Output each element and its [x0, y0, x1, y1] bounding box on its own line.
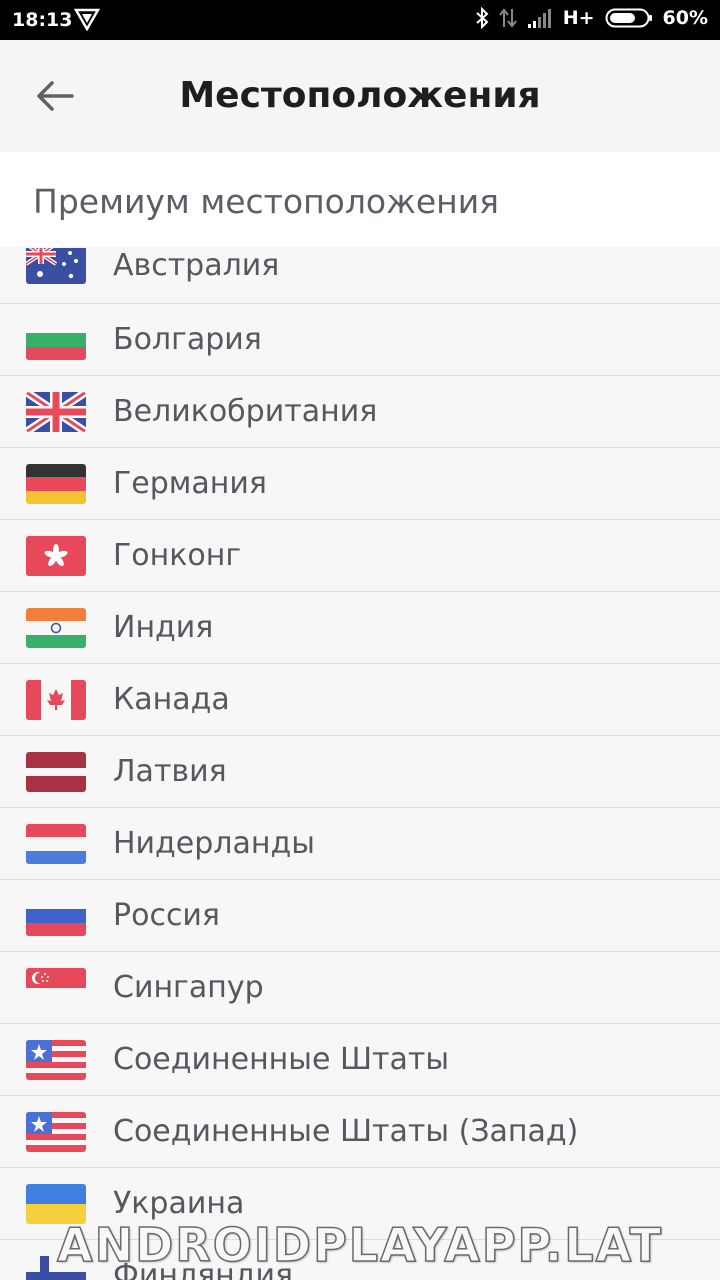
location-item-singapore[interactable]: Сингапур — [0, 952, 720, 1024]
locations-list: Австралия Болгария Великобритания Герман… — [0, 248, 720, 1280]
location-item-hong-kong[interactable]: Гонконг — [0, 520, 720, 592]
location-label: Нидерланды — [113, 826, 315, 861]
location-label: Сингапур — [113, 970, 264, 1005]
location-label: Соединенные Штаты — [113, 1042, 450, 1077]
watermark: ANDROIDPLAYAPP.LAT — [56, 1217, 663, 1273]
location-item-united-kingdom[interactable]: Великобритания — [0, 376, 720, 448]
app-bar: Местоположения — [0, 40, 720, 152]
location-item-india[interactable]: Индия — [0, 592, 720, 664]
location-label: Великобритания — [113, 394, 378, 429]
bulgaria-flag-icon — [26, 320, 86, 360]
germany-flag-icon — [26, 464, 86, 504]
location-label: Гонконг — [113, 538, 242, 573]
hong-kong-flag-icon — [26, 536, 86, 576]
latvia-flag-icon — [26, 752, 86, 792]
location-item-australia[interactable]: Австралия — [0, 248, 720, 304]
location-label: Германия — [113, 466, 267, 501]
network-type: H+ — [562, 7, 595, 29]
netherlands-flag-icon — [26, 824, 86, 864]
status-bar: 18:13 H+ 60% — [0, 0, 720, 40]
location-item-latvia[interactable]: Латвия — [0, 736, 720, 808]
location-label: Россия — [113, 898, 220, 933]
singapore-flag-icon — [26, 968, 86, 1008]
data-transfer-icon — [498, 7, 517, 29]
united-states-flag-icon — [26, 1112, 86, 1152]
location-label: Болгария — [113, 322, 262, 357]
location-label: Украина — [113, 1186, 245, 1221]
location-item-bulgaria[interactable]: Болгария — [0, 304, 720, 376]
location-label: Соединенные Штаты (Запад) — [113, 1114, 579, 1149]
location-item-united-states[interactable]: Соединенные Штаты — [0, 1024, 720, 1096]
vpn-shield-icon — [73, 7, 101, 36]
united-states-flag-icon — [26, 1040, 86, 1080]
section-header: Премиум местоположения — [0, 152, 720, 247]
location-item-russia[interactable]: Россия — [0, 880, 720, 952]
location-item-canada[interactable]: Канада — [0, 664, 720, 736]
battery-icon — [605, 7, 653, 29]
location-label: Индия — [113, 610, 214, 645]
united-kingdom-flag-icon — [26, 392, 86, 432]
page-title: Местоположения — [179, 75, 541, 116]
location-item-united-states-west[interactable]: Соединенные Штаты (Запад) — [0, 1096, 720, 1168]
battery-level: 60% — [662, 7, 708, 29]
bluetooth-icon — [475, 7, 489, 29]
location-label: Австралия — [113, 248, 280, 283]
russia-flag-icon — [26, 896, 86, 936]
section-title: Премиум местоположения — [33, 182, 500, 221]
location-item-germany[interactable]: Германия — [0, 448, 720, 520]
canada-flag-icon — [26, 680, 86, 720]
location-item-netherlands[interactable]: Нидерланды — [0, 808, 720, 880]
india-flag-icon — [26, 608, 86, 648]
australia-flag-icon — [26, 248, 86, 284]
location-label: Канада — [113, 682, 230, 717]
location-label: Латвия — [113, 754, 227, 789]
status-time: 18:13 — [12, 9, 73, 31]
signal-icon — [527, 7, 553, 29]
